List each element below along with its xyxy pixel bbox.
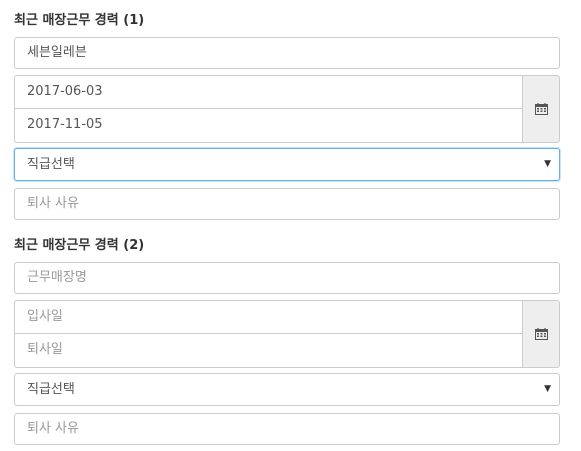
date-range-group: 입사일 퇴사일 — [14, 300, 560, 368]
start-date-input[interactable]: 입사일 — [14, 300, 523, 334]
position-select[interactable]: 직급선택 ▼ — [14, 148, 560, 181]
store-name-input[interactable]: 세븐일레븐 — [14, 37, 560, 69]
date-range-group: 2017-06-03 2017-11-05 — [14, 75, 560, 143]
store-name-input[interactable]: 근무매장명 — [14, 262, 560, 294]
position-select[interactable]: 직급선택 ▼ — [14, 373, 560, 406]
chevron-down-icon: ▼ — [544, 159, 551, 169]
position-select-value: 직급선택 — [27, 157, 75, 172]
position-select-value: 직급선택 — [27, 382, 75, 397]
calendar-icon — [534, 328, 548, 340]
calendar-button[interactable] — [522, 75, 560, 143]
chevron-down-icon: ▼ — [544, 384, 551, 394]
calendar-button[interactable] — [522, 300, 560, 368]
start-date-input[interactable]: 2017-06-03 — [14, 75, 523, 109]
leave-reason-input[interactable]: 퇴사 사유 — [14, 188, 560, 220]
end-date-input[interactable]: 2017-11-05 — [14, 108, 523, 143]
leave-reason-input[interactable]: 퇴사 사유 — [14, 413, 560, 445]
section-title: 최근 매장근무 경력 (2) — [14, 238, 145, 253]
calendar-icon — [534, 103, 548, 115]
end-date-input[interactable]: 퇴사일 — [14, 333, 523, 368]
section-title: 최근 매장근무 경력 (1) — [14, 13, 145, 28]
